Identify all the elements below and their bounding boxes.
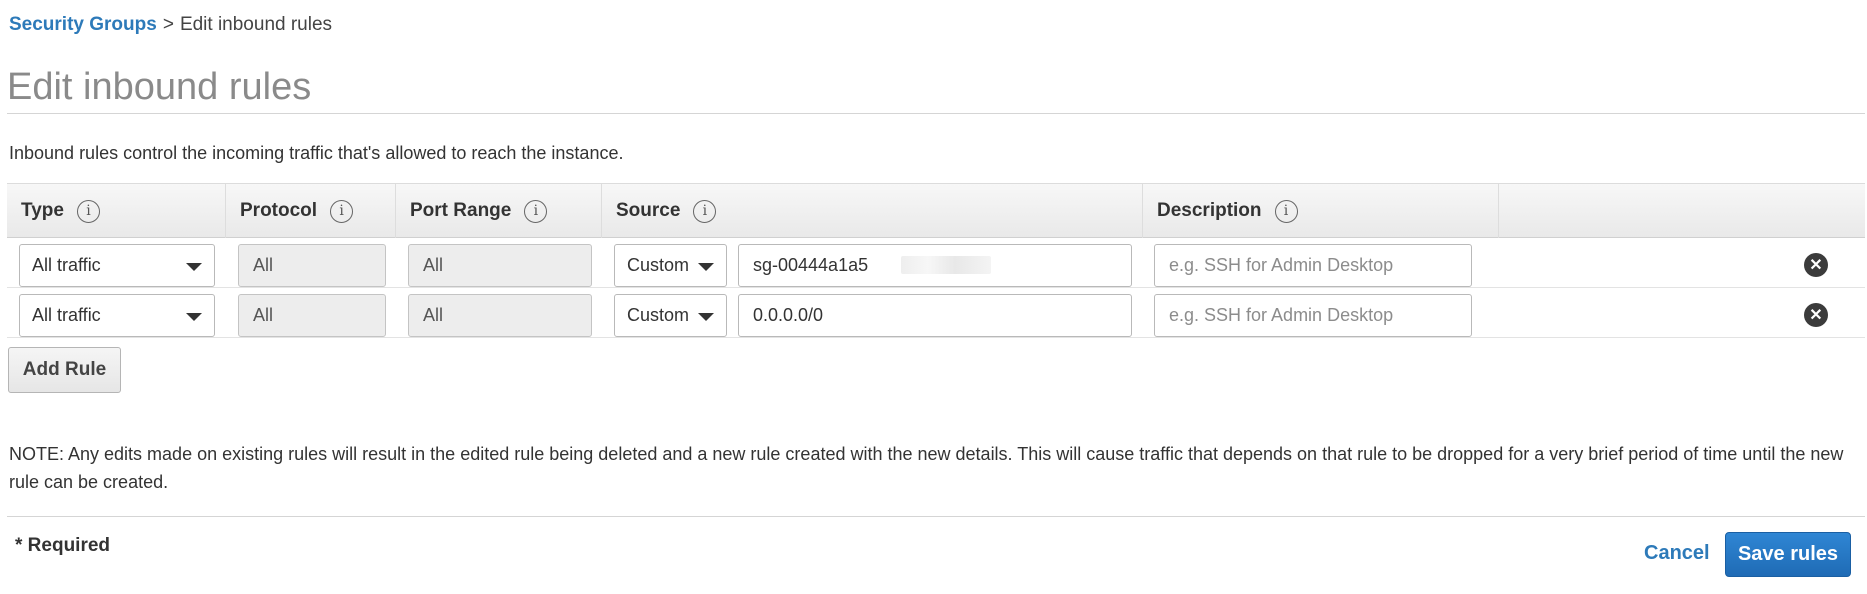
source-type-value: Custom	[627, 255, 690, 275]
type-select[interactable]: All traffic	[19, 244, 215, 287]
info-icon[interactable]: i	[330, 199, 354, 223]
save-rules-button[interactable]: Save rules	[1725, 532, 1851, 577]
column-header-label: Port Range	[410, 200, 512, 221]
type-select-value: All traffic	[32, 305, 101, 325]
breadcrumb: Security Groups > Edit inbound rules	[9, 14, 332, 36]
protocol-field: All	[238, 294, 386, 337]
cancel-link[interactable]: Cancel	[1644, 542, 1710, 565]
source-value-input[interactable]	[738, 294, 1132, 337]
source-type-value: Custom	[627, 305, 690, 325]
caret-down-icon	[186, 313, 202, 321]
page-title: Edit inbound rules	[7, 66, 312, 108]
remove-rule-icon[interactable]: ✕	[1804, 253, 1828, 277]
add-rule-button[interactable]: Add Rule	[8, 347, 121, 393]
description-input[interactable]	[1154, 244, 1472, 287]
column-header-label: Protocol	[240, 200, 318, 221]
info-icon[interactable]: i	[76, 199, 100, 223]
edit-warning-note: NOTE: Any edits made on existing rules w…	[9, 444, 1844, 492]
info-icon[interactable]: i	[524, 199, 548, 223]
port-range-field: All	[408, 244, 592, 287]
type-select[interactable]: All traffic	[19, 294, 215, 337]
column-header-source: Source i	[602, 184, 1143, 238]
footer-divider	[7, 516, 1865, 517]
title-divider	[7, 113, 1865, 114]
breadcrumb-security-groups-link[interactable]: Security Groups	[9, 14, 157, 35]
intro-text: Inbound rules control the incoming traff…	[9, 143, 624, 163]
protocol-field: All	[238, 244, 386, 287]
remove-rule-icon[interactable]: ✕	[1804, 303, 1828, 327]
breadcrumb-current: Edit inbound rules	[179, 14, 333, 35]
port-range-field: All	[408, 294, 592, 337]
inbound-rules-table: Type i Protocol i Port Range i Source i …	[7, 183, 1865, 338]
column-header-description: Description i	[1143, 184, 1499, 238]
info-icon[interactable]: i	[1274, 199, 1298, 223]
required-label: * Required	[15, 535, 111, 556]
table-header: Type i Protocol i Port Range i Source i …	[7, 183, 1865, 238]
column-header-label: Source	[616, 200, 681, 221]
column-header-label: Description	[1157, 200, 1262, 221]
caret-down-icon	[698, 263, 714, 271]
caret-down-icon	[186, 263, 202, 271]
caret-down-icon	[698, 313, 714, 321]
source-type-select[interactable]: Custom	[614, 244, 727, 287]
type-select-value: All traffic	[32, 255, 101, 275]
table-row: All traffic All All Custom ✕	[7, 288, 1865, 338]
description-input[interactable]	[1154, 294, 1472, 337]
column-header-protocol: Protocol i	[226, 184, 396, 238]
source-type-select[interactable]: Custom	[614, 294, 727, 337]
redacted-text-blur	[901, 256, 991, 274]
column-header-label: Type	[21, 200, 64, 221]
column-header-port-range: Port Range i	[396, 184, 602, 238]
breadcrumb-separator: >	[162, 14, 174, 35]
column-header-type: Type i	[7, 184, 226, 238]
info-icon[interactable]: i	[693, 199, 717, 223]
edit-inbound-rules-page: Security Groups > Edit inbound rules Edit …	[0, 0, 1867, 594]
table-row: All traffic All All Custom ✕	[7, 238, 1865, 288]
